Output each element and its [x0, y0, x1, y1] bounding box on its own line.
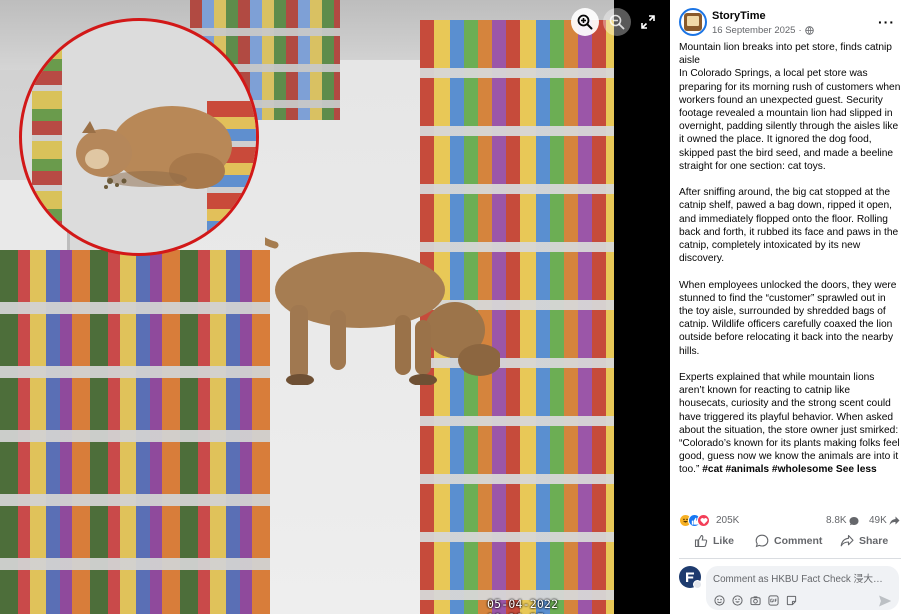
- like-label: Like: [713, 535, 735, 547]
- camera-icon: [749, 595, 761, 605]
- post-headline: Mountain lion breaks into pet store, fin…: [679, 42, 892, 67]
- share-label: Share: [859, 535, 889, 547]
- more-options-icon: ···: [878, 14, 895, 30]
- post-actions: Like Comment Share: [679, 534, 901, 554]
- fullscreen-button[interactable]: [637, 8, 659, 36]
- gif-button[interactable]: [767, 594, 779, 606]
- love-icon: [697, 514, 710, 527]
- send-icon: [879, 595, 892, 607]
- post-paragraph: Experts explained that while mountain li…: [679, 372, 900, 476]
- post-header: StoryTime 16 September 2025 · ···: [679, 8, 899, 40]
- lying-mountain-lion-figure: [76, 106, 232, 189]
- comment-placeholder: Comment as HKBU Fact Check 浸大…: [713, 574, 883, 585]
- post-photo[interactable]: 05-04-2022 10:36:57: [0, 0, 614, 614]
- share-icon: [840, 534, 854, 547]
- thumbs-up-icon: [694, 534, 708, 548]
- share-count-value: 49K: [869, 515, 887, 526]
- post-paragraph-last: Experts explained that while mountain li…: [679, 371, 901, 477]
- mountain-lion-figure: [265, 237, 500, 385]
- comment-icon: [755, 534, 769, 548]
- storybook-icon: [684, 13, 702, 31]
- zoom-out-button[interactable]: [603, 8, 631, 36]
- photo-inset-circle: [19, 18, 259, 256]
- reaction-icons[interactable]: [679, 514, 710, 527]
- sticker-button[interactable]: [785, 594, 797, 606]
- post-author[interactable]: StoryTime: [712, 10, 766, 22]
- post-paragraph: After sniffing around, the big cat stopp…: [679, 187, 899, 265]
- comment-bubble-icon: [849, 516, 859, 525]
- hashtag-link[interactable]: #animals: [725, 464, 769, 475]
- post-date[interactable]: 16 September 2025: [712, 25, 795, 36]
- comment-tools: [713, 594, 797, 606]
- expand-icon: [641, 15, 655, 29]
- photo-shelf-left: [0, 250, 270, 614]
- reaction-count[interactable]: 205K: [716, 515, 739, 526]
- post-body: Mountain lion breaks into pet store, fin…: [679, 41, 901, 477]
- meta-separator: ·: [798, 25, 802, 36]
- like-button[interactable]: Like: [694, 534, 734, 548]
- page-avatar[interactable]: [679, 8, 707, 36]
- zoom-out-icon: [609, 14, 625, 30]
- comment-count-value: 8.8K: [826, 515, 847, 526]
- share-arrow-icon: [889, 516, 900, 525]
- share-count[interactable]: 49K: [869, 515, 900, 526]
- hashtag-link[interactable]: #wholesome: [772, 464, 833, 475]
- zoom-in-button[interactable]: [571, 8, 599, 36]
- see-less-link[interactable]: See less: [836, 464, 877, 475]
- reaction-bar: 205K 8.8K 49K: [679, 513, 901, 529]
- more-options-button[interactable]: ···: [878, 14, 895, 30]
- photo-viewer: 05-04-2022 10:36:57: [0, 0, 670, 614]
- gif-icon: [767, 594, 779, 606]
- comment-input[interactable]: Comment as HKBU Fact Check 浸大…: [706, 566, 899, 610]
- hashtag-link[interactable]: #cat: [702, 464, 722, 475]
- emoji-icon: [731, 594, 743, 606]
- actions-divider: [679, 558, 901, 559]
- comment-button[interactable]: Comment: [755, 534, 822, 548]
- comment-composer: Comment as HKBU Fact Check 浸大…: [679, 566, 901, 610]
- comment-label: Comment: [774, 535, 823, 547]
- zoom-in-icon: [577, 14, 593, 30]
- send-comment-button[interactable]: [879, 594, 892, 607]
- emoji-button[interactable]: [731, 594, 743, 606]
- avatar-sticker-button[interactable]: [713, 594, 725, 606]
- chevron-down-icon[interactable]: [693, 580, 702, 589]
- post-paragraph: In Colorado Springs, a local pet store w…: [679, 68, 901, 172]
- post-paragraph: When employees unlocked the doors, they …: [679, 279, 897, 357]
- commenter-avatar[interactable]: [679, 566, 702, 589]
- post-side-panel: StoryTime 16 September 2025 · ··· Mounta…: [670, 0, 904, 614]
- post-meta: 16 September 2025 ·: [712, 25, 814, 36]
- security-camera-timestamp: 05-04-2022 10:36:57: [487, 597, 559, 614]
- sticker-icon: [786, 595, 796, 605]
- avatar-sticker-icon: [713, 594, 725, 606]
- globe-icon: [804, 26, 814, 35]
- share-button[interactable]: Share: [840, 534, 888, 548]
- camera-button[interactable]: [749, 594, 761, 606]
- comment-count[interactable]: 8.8K: [826, 515, 859, 526]
